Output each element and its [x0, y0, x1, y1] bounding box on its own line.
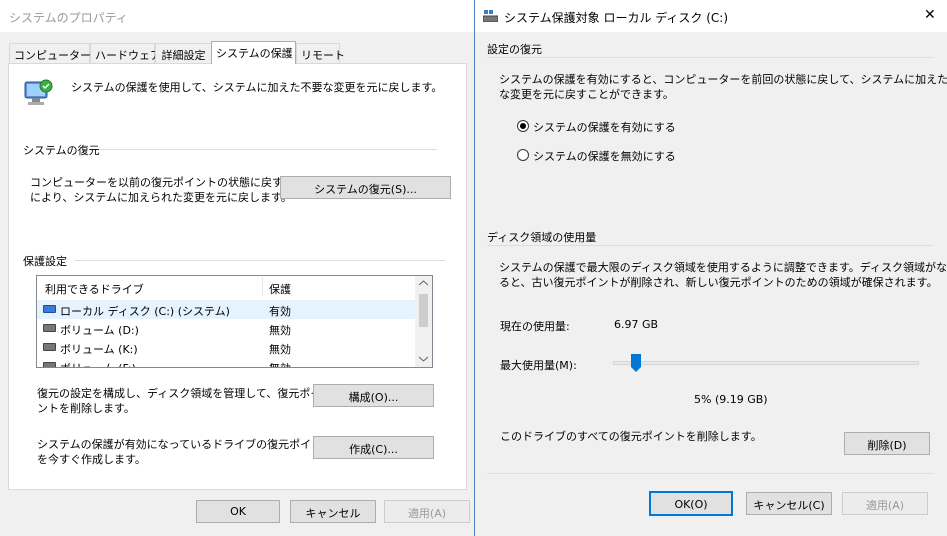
ok-button[interactable]: OK(O): [649, 491, 733, 516]
table-row[interactable]: ボリューム (F:) 無効: [37, 357, 415, 367]
section-divider: [487, 245, 933, 246]
table-row[interactable]: ボリューム (D:) 無効: [37, 319, 415, 338]
dialog-title: システム保護対象 ローカル ディスク (C:): [504, 11, 729, 25]
system-protection-icon: [23, 76, 55, 108]
table-row[interactable]: ローカル ディスク (C:) (システム) 有効: [37, 300, 415, 319]
restore-settings-desc-line2: な変更を元に戻すことができます。: [499, 88, 674, 101]
apply-button[interactable]: 適用(A): [842, 492, 928, 515]
intro-text: システムの保護を使用して、システムに加えた不要な変更を元に戻します。: [71, 81, 443, 94]
drive-title-icon: [482, 10, 499, 23]
tab-remote[interactable]: リモート: [296, 43, 345, 63]
restore-group-title: システムの復元: [23, 144, 100, 157]
title-bar: システムのプロパティ: [0, 0, 474, 32]
restore-desc-line1: コンピューターを以前の復元ポイントの状態に戻すこと: [30, 176, 305, 189]
group-divider: [100, 149, 437, 150]
close-icon[interactable]: ✕: [924, 7, 936, 23]
drive-name: ボリューム (K:): [60, 343, 138, 356]
create-desc-line2: を今すぐ作成します。: [37, 453, 146, 466]
drive-list[interactable]: 利用できるドライブ 保護 ローカル ディスク (C:) (システム) 有効 ボリ…: [36, 275, 433, 368]
apply-button[interactable]: 適用(A): [384, 500, 470, 523]
footer-divider: [487, 473, 933, 474]
disable-protection-radio[interactable]: [517, 149, 529, 161]
drive-name: ローカル ディスク (C:) (システム): [60, 305, 230, 318]
tab-hardware[interactable]: ハードウェア: [90, 43, 161, 63]
slider-readout: 5% (9.19 GB): [694, 393, 768, 406]
window-title: システムのプロパティ: [9, 11, 128, 25]
restore-settings-title: 設定の復元: [487, 43, 542, 56]
enable-protection-label[interactable]: システムの保護を有効にする: [533, 119, 676, 135]
delete-button[interactable]: 削除(D): [844, 432, 930, 455]
max-usage-slider-track[interactable]: [613, 361, 919, 365]
column-divider: [262, 277, 263, 296]
max-usage-label: 最大使用量(M):: [500, 359, 577, 372]
drive-icon: [43, 362, 56, 367]
disk-usage-desc-line2: ると、古い復元ポイントが削除され、新しい復元ポイントのための領域が確保されます。: [499, 276, 938, 289]
group-divider: [75, 260, 445, 261]
protection-group-title: 保護設定: [23, 255, 67, 268]
drive-icon: [43, 343, 56, 351]
vertical-scrollbar[interactable]: [415, 276, 432, 367]
drive-name: ボリューム (F:): [60, 360, 136, 367]
system-properties-window: システムのプロパティ コンピューター名 ハードウェア 詳細設定 システムの保護 …: [0, 0, 474, 536]
drive-icon: [43, 324, 56, 332]
ok-button[interactable]: OK: [196, 500, 280, 523]
column-header-drive[interactable]: 利用できるドライブ: [45, 281, 144, 297]
drive-name: ボリューム (D:): [60, 324, 139, 337]
cancel-button[interactable]: キャンセル(C): [746, 492, 832, 515]
max-usage-slider-thumb[interactable]: [630, 354, 641, 372]
create-desc-line1: システムの保護が有効になっているドライブの復元ポイント: [37, 438, 334, 451]
table-row[interactable]: ボリューム (K:) 無効: [37, 338, 415, 357]
protection-status: 有効: [269, 305, 291, 318]
system-restore-button[interactable]: システムの復元(S)...: [280, 176, 451, 199]
config-desc-line1: 復元の設定を構成し、ディスク領域を管理して、復元ポイ: [37, 387, 322, 400]
section-divider: [487, 57, 933, 58]
create-button[interactable]: 作成(C)...: [313, 436, 434, 459]
title-bar: システム保護対象 ローカル ディスク (C:) ✕: [475, 0, 947, 32]
scroll-thumb[interactable]: [419, 294, 428, 327]
restore-desc-line2: により、システムに加えられた変更を元に戻します。: [30, 191, 292, 204]
protection-status: 無効: [269, 360, 291, 367]
protection-status: 無効: [269, 324, 291, 337]
restore-settings-desc-line1: システムの保護を有効にすると、コンピューターを前回の状態に戻して、システムに加え…: [499, 73, 947, 86]
system-protection-dialog: システム保護対象 ローカル ディスク (C:) ✕ 設定の復元 システムの保護を…: [474, 0, 947, 536]
disk-usage-title: ディスク領域の使用量: [487, 231, 597, 244]
configure-button[interactable]: 構成(O)...: [313, 384, 434, 407]
column-header-protection[interactable]: 保護: [269, 281, 291, 297]
tab-advanced[interactable]: 詳細設定: [155, 43, 212, 63]
system-drive-icon: [43, 305, 56, 313]
protection-status: 無効: [269, 343, 291, 356]
config-desc-line2: ントを削除します。: [37, 402, 135, 415]
current-usage-label: 現在の使用量:: [500, 320, 570, 333]
tab-system-protection[interactable]: システムの保護: [211, 41, 296, 64]
disable-protection-label[interactable]: システムの保護を無効にする: [533, 148, 676, 164]
scroll-down-icon[interactable]: [419, 356, 428, 362]
cancel-button[interactable]: キャンセル: [290, 500, 376, 523]
enable-protection-radio[interactable]: [517, 120, 529, 132]
tab-computer-name[interactable]: コンピューター名: [9, 43, 102, 63]
disk-usage-desc-line1: システムの保護で最大限のディスク領域を使用するように調整できます。ディスク領域が…: [499, 261, 947, 274]
scroll-up-icon[interactable]: [419, 280, 428, 286]
current-usage-value: 6.97 GB: [614, 318, 659, 331]
delete-points-text: このドライブのすべての復元ポイントを削除します。: [500, 430, 762, 443]
